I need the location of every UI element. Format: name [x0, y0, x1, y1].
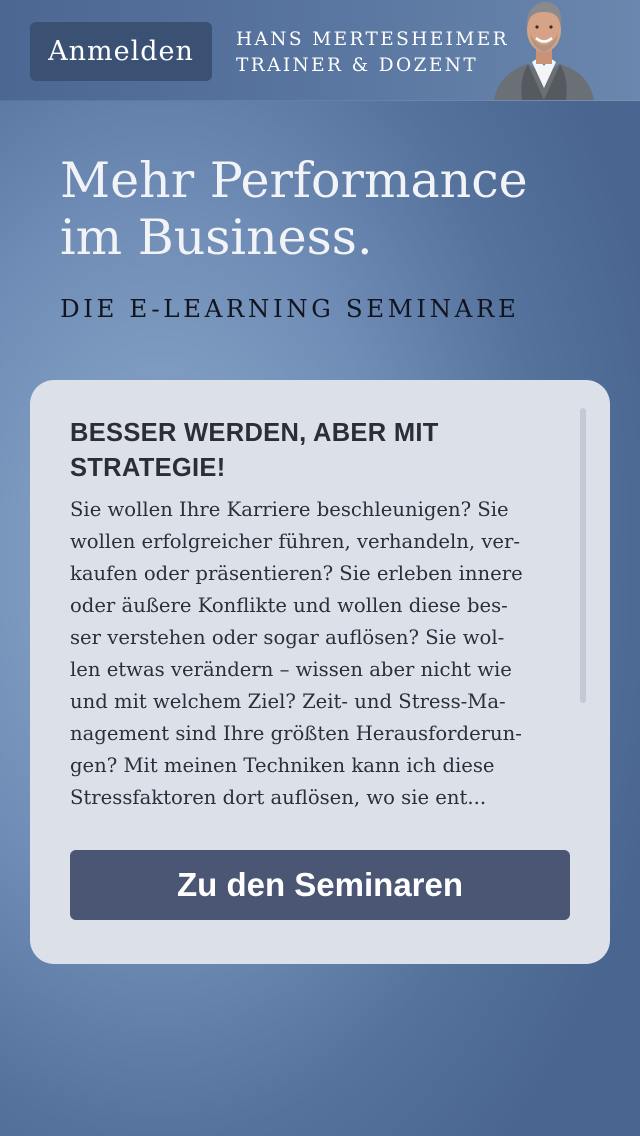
body-line: Sie wollen Ihre Karriere beschleunigen? … — [70, 498, 509, 521]
to-seminars-button[interactable]: Zu den Seminaren — [70, 850, 570, 920]
trainer-name: HANS MERTESHEIMER — [236, 29, 509, 50]
hero-title: Mehr Performance im Business. — [60, 152, 528, 266]
trainer-role: TRAINER & DOZENT — [236, 55, 479, 76]
card-heading: BESSER WERDEN, ABER MIT STRATEGIE! — [70, 419, 439, 482]
body-line: nagement sind Ihre größten Herausforderu… — [70, 722, 522, 745]
intro-card: BESSER WERDEN, ABER MIT STRATEGIE! Sie w… — [30, 380, 610, 964]
card-body-text: Sie wollen Ihre Karriere beschleunigen? … — [70, 494, 574, 814]
trainer-info: HANS MERTESHEIMER TRAINER & DOZENT — [236, 27, 509, 79]
hero-subtitle: DIE E-LEARNING SEMINARE — [60, 294, 520, 323]
body-line: Stressfaktoren dort auflösen, wo sie ent… — [70, 786, 487, 809]
body-line: und mit welchem Ziel? Zeit- und Stress-M… — [70, 690, 506, 713]
card-scrollbar[interactable] — [580, 408, 586, 703]
body-line: ser verstehen oder sogar auflösen? Sie w… — [70, 626, 505, 649]
body-line: len etwas verändern – wissen aber nicht … — [70, 658, 512, 681]
body-line: wollen erfolgreicher führen, verhandeln,… — [70, 530, 520, 553]
login-button[interactable]: Anmelden — [30, 22, 212, 81]
body-line: kaufen oder präsentieren? Sie erleben in… — [70, 562, 523, 585]
body-line: gen? Mit meinen Techniken kann ich diese — [70, 754, 495, 777]
person-icon — [494, 2, 594, 100]
trainer-portrait-avatar — [492, 0, 596, 100]
top-bar: Anmelden HANS MERTESHEIMER TRAINER & DOZ… — [0, 0, 640, 101]
body-line: oder äußere Konflikte und wollen diese b… — [70, 594, 508, 617]
